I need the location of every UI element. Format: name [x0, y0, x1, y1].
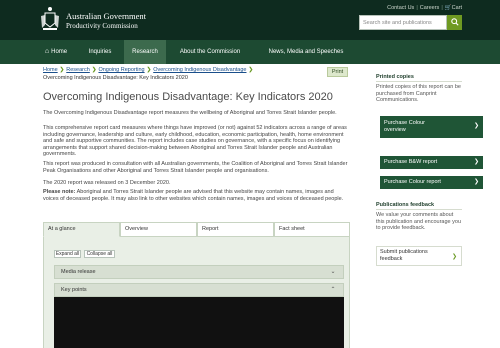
- tab-at-a-glance[interactable]: At a glance: [43, 222, 120, 237]
- intro-paragraph: The Overcoming Indigenous Disadvantage r…: [43, 110, 337, 116]
- consultation-paragraph: This report was produced in consultation…: [43, 161, 348, 174]
- tab-report[interactable]: Report: [197, 222, 274, 237]
- purchase-colour-report-button[interactable]: Purchase Colour report ❯: [380, 176, 483, 189]
- divider: [376, 81, 462, 82]
- nav-item-about[interactable]: About the Commission: [170, 40, 250, 64]
- publications-feedback-heading: Publications feedback: [376, 202, 435, 208]
- button-label: Purchase Colour report: [384, 179, 441, 185]
- nav-item-research[interactable]: Research: [124, 40, 166, 64]
- accordion-key-points[interactable]: Key points ⌃: [54, 283, 344, 297]
- chevron-right-icon: ❯: [59, 67, 65, 73]
- nav-item-news[interactable]: News, Media and Speeches: [256, 40, 356, 64]
- print-button[interactable]: Print: [327, 67, 348, 77]
- button-label: Purchase B&W report: [384, 159, 438, 165]
- chevron-right-icon: ❯: [473, 123, 479, 129]
- purchase-colour-overview-button[interactable]: Purchase Colour overview ❯: [380, 116, 483, 138]
- note-paragraph: Please note: Aboriginal and Torres Strai…: [43, 189, 350, 202]
- breadcrumb-research[interactable]: Research: [66, 67, 90, 73]
- chevron-right-icon: ❯: [248, 67, 254, 73]
- search-icon: [450, 18, 459, 26]
- breadcrumb-home[interactable]: Home: [43, 67, 58, 73]
- divider: |: [416, 5, 418, 11]
- page-title: Overcoming Indigenous Disadvantage: Key …: [43, 91, 333, 103]
- accordion-label: Media release: [61, 269, 96, 275]
- feedback-text: We value your comments about this public…: [376, 212, 462, 231]
- nav-label: Home: [51, 49, 68, 55]
- chevron-up-icon: ⌃: [330, 287, 336, 293]
- accordion-media-release[interactable]: Media release ⌄: [54, 265, 344, 279]
- key-points-media: [54, 297, 344, 348]
- purchase-bw-report-button[interactable]: Purchase B&W report ❯: [380, 156, 483, 169]
- submit-feedback-link[interactable]: Submit publications feedback ❯: [376, 246, 462, 266]
- logo-text-commission: Productivity Commission: [66, 22, 138, 30]
- release-date-paragraph: The 2020 report was released on 3 Decemb…: [43, 180, 171, 186]
- nav-item-inquiries[interactable]: Inquiries: [80, 40, 120, 64]
- main-nav: ⌂ Home Inquiries Research About the Commi…: [0, 40, 500, 64]
- utility-links: Contact Us | Careers | 🛒Cart: [387, 5, 462, 11]
- printed-copies-text: Printed copies of this report can be pur…: [376, 84, 461, 103]
- cart-link[interactable]: Cart: [452, 5, 462, 11]
- printed-copies-heading: Printed copies: [376, 74, 414, 80]
- chevron-right-icon: ❯: [473, 159, 479, 165]
- contact-us-link[interactable]: Contact Us: [387, 5, 414, 11]
- site-logo[interactable]: Australian Government Productivity Commi…: [40, 5, 158, 35]
- tab-overview[interactable]: Overview: [120, 222, 197, 237]
- breadcrumb-overcoming[interactable]: Overcoming Indigenous Disadvantage: [153, 67, 246, 73]
- note-text: Aboriginal and Torres Strait Islander pe…: [43, 189, 344, 202]
- search-input[interactable]: [359, 15, 447, 30]
- careers-link[interactable]: Careers: [420, 5, 440, 11]
- button-label: Purchase Colour overview: [384, 120, 425, 133]
- note-label: Please note:: [43, 189, 76, 195]
- divider: |: [441, 5, 443, 11]
- breadcrumb: Home ❯ Research ❯ Ongoing Reporting ❯ Overcomi…: [43, 67, 323, 82]
- chevron-right-icon: ❯: [146, 67, 152, 73]
- site-search: [359, 15, 462, 30]
- chevron-right-icon: ❯: [473, 179, 479, 185]
- breadcrumb-ongoing-reporting[interactable]: Ongoing Reporting: [98, 67, 144, 73]
- link-label: Submit publications feedback: [380, 249, 428, 262]
- home-icon: ⌂: [44, 48, 50, 55]
- coat-of-arms-icon: [41, 7, 59, 30]
- chevron-down-icon: ⌄: [330, 269, 336, 275]
- divider: [376, 209, 462, 210]
- nav-item-home[interactable]: ⌂ Home: [36, 40, 76, 64]
- site-header: Australian Government Productivity Commi…: [0, 0, 500, 40]
- cart-icon[interactable]: 🛒: [445, 5, 452, 11]
- chevron-right-icon: ❯: [91, 67, 97, 73]
- description-paragraph: This comprehensive report card measures …: [43, 125, 347, 157]
- tab-fact-sheet[interactable]: Fact sheet: [274, 222, 350, 237]
- collapse-all-button[interactable]: Collapse all: [84, 250, 115, 258]
- expand-all-button[interactable]: Expand all: [54, 250, 81, 258]
- accordion-label: Key points: [61, 287, 87, 293]
- logo-text-government: Australian Government: [66, 11, 147, 21]
- chevron-right-icon: ❯: [451, 254, 457, 260]
- breadcrumb-current: Overcoming Indigenous Disadvantage: Key …: [43, 74, 188, 81]
- report-tabs: At a glance Overview Report Fact sheet: [43, 222, 350, 237]
- search-button[interactable]: [447, 15, 462, 30]
